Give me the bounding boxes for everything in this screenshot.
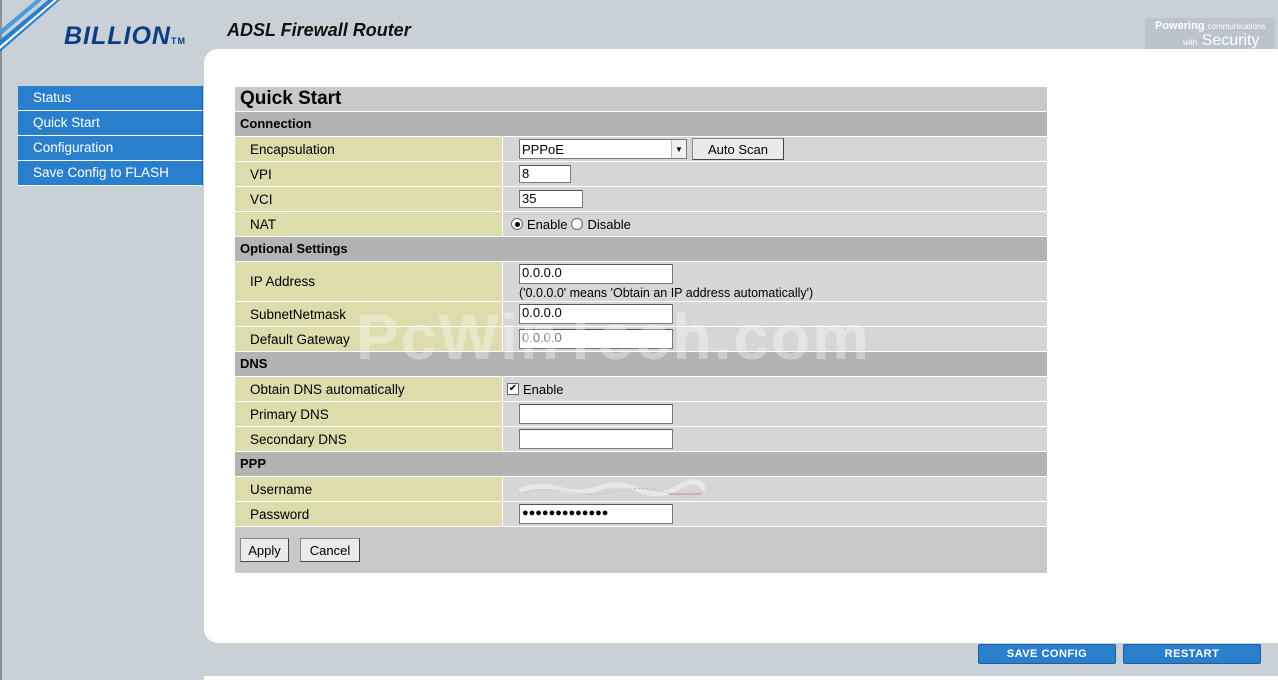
row-primary-dns: Primary DNS	[235, 401, 1047, 426]
secondary-dns-label: Secondary DNS	[235, 427, 503, 451]
row-obtain-dns: Obtain DNS automatically ✔ Enable	[235, 376, 1047, 401]
row-vpi: VPI 8	[235, 161, 1047, 186]
tagline-with: with	[1183, 38, 1198, 47]
section-optional-settings: Optional Settings	[235, 236, 1047, 261]
primary-dns-label: Primary DNS	[235, 402, 503, 426]
row-username: Username	[235, 476, 1047, 501]
vci-label: VCI	[235, 187, 503, 211]
encapsulation-value-cell: PPPoE ▼ Auto Scan	[503, 137, 1047, 161]
nat-disable-label: Disable	[587, 216, 631, 232]
sidebar-item-quick-start[interactable]: Quick Start	[18, 111, 203, 136]
nat-disable-radio[interactable]	[571, 218, 584, 230]
username-label: Username	[235, 477, 503, 501]
row-vci: VCI 35	[235, 186, 1047, 211]
password-value-cell: ●●●●●●●●●●●●●	[503, 502, 1047, 526]
apply-button[interactable]: Apply	[240, 538, 289, 562]
subnet-label: SubnetNetmask	[235, 302, 503, 326]
row-secondary-dns: Secondary DNS	[235, 426, 1047, 451]
primary-dns-input[interactable]	[519, 404, 673, 424]
nat-value-cell: Enable Disable	[503, 212, 1047, 236]
tagline-powering: Powering	[1155, 20, 1205, 32]
row-gateway: Default Gateway 0.0.0.0	[235, 326, 1047, 351]
vpi-value-cell: 8	[503, 162, 1047, 186]
cancel-button[interactable]: Cancel	[300, 538, 360, 562]
username-redacted[interactable]	[519, 479, 705, 499]
sidebar-item-status[interactable]: Status	[18, 86, 203, 111]
password-label: Password	[235, 502, 503, 526]
logo-stripes-graphic	[0, 0, 60, 52]
nat-label: NAT	[235, 212, 503, 236]
vci-input[interactable]: 35	[519, 190, 583, 208]
nat-enable-label: Enable	[527, 216, 568, 232]
password-input[interactable]: ●●●●●●●●●●●●●	[519, 504, 673, 524]
row-ip-address: IP Address 0.0.0.0 ('0.0.0.0' means 'Obt…	[235, 261, 1047, 301]
chevron-down-icon[interactable]: ▼	[671, 140, 686, 158]
nat-enable-radio[interactable]	[511, 218, 523, 230]
vci-value-cell: 35	[503, 187, 1047, 211]
page-title: Quick Start	[235, 87, 1047, 111]
tagline-security: Security	[1201, 32, 1260, 49]
quick-start-form: Quick Start Connection Encapsulation PPP…	[235, 87, 1047, 573]
ip-address-hint: ('0.0.0.0' means 'Obtain an IP address a…	[519, 285, 814, 300]
row-subnet: SubnetNetmask 0.0.0.0	[235, 301, 1047, 326]
gateway-value-cell: 0.0.0.0	[503, 327, 1047, 351]
obtain-dns-enable-label: Enable	[523, 381, 564, 397]
row-password: Password ●●●●●●●●●●●●●	[235, 501, 1047, 526]
logo-text: BILLION	[64, 22, 171, 50]
left-border	[0, 0, 2, 680]
vpi-label: VPI	[235, 162, 503, 186]
secondary-dns-input[interactable]	[519, 429, 673, 449]
save-config-button[interactable]: SAVE CONFIG	[978, 644, 1116, 664]
restart-button[interactable]: RESTART	[1123, 644, 1261, 664]
ip-address-value-cell: 0.0.0.0 ('0.0.0.0' means 'Obtain an IP a…	[503, 262, 1047, 301]
tagline-line1: Powering communications	[1155, 20, 1265, 32]
obtain-dns-value-cell: ✔ Enable	[503, 377, 1047, 401]
secondary-dns-value-cell	[503, 427, 1047, 451]
obtain-dns-label: Obtain DNS automatically	[235, 377, 503, 401]
gateway-label: Default Gateway	[235, 327, 503, 351]
subnet-value-cell: 0.0.0.0	[503, 302, 1047, 326]
billion-logo: BILLIONTM	[64, 22, 186, 51]
section-connection: Connection	[235, 111, 1047, 136]
sidebar-item-configuration[interactable]: Configuration	[18, 136, 203, 161]
logo-trademark: TM	[171, 36, 186, 46]
ip-address-input[interactable]: 0.0.0.0	[519, 263, 673, 284]
gateway-input[interactable]: 0.0.0.0	[519, 329, 673, 349]
tagline-line2: with Security	[1183, 32, 1259, 50]
sidebar-nav: Status Quick Start Configuration Save Co…	[18, 86, 203, 186]
row-encapsulation: Encapsulation PPPoE ▼ Auto Scan	[235, 136, 1047, 161]
sidebar-item-save-config[interactable]: Save Config to FLASH	[18, 161, 203, 186]
bottom-strip	[204, 676, 1278, 680]
primary-dns-value-cell	[503, 402, 1047, 426]
auto-scan-button[interactable]: Auto Scan	[692, 138, 784, 160]
form-actions: Apply Cancel	[235, 526, 1047, 573]
username-value-cell	[503, 477, 1047, 501]
vpi-input[interactable]: 8	[519, 165, 571, 183]
section-ppp: PPP	[235, 451, 1047, 476]
encapsulation-selected: PPPoE	[522, 141, 564, 157]
section-dns: DNS	[235, 351, 1047, 376]
encapsulation-label: Encapsulation	[235, 137, 503, 161]
tagline-communications: communications	[1207, 22, 1266, 31]
obtain-dns-checkbox[interactable]: ✔	[507, 383, 519, 395]
app-title: ADSL Firewall Router	[227, 20, 411, 40]
encapsulation-select[interactable]: PPPoE ▼	[519, 139, 687, 159]
row-nat: NAT Enable Disable	[235, 211, 1047, 236]
subnet-input[interactable]: 0.0.0.0	[519, 304, 673, 324]
ip-address-label: IP Address	[235, 262, 503, 301]
